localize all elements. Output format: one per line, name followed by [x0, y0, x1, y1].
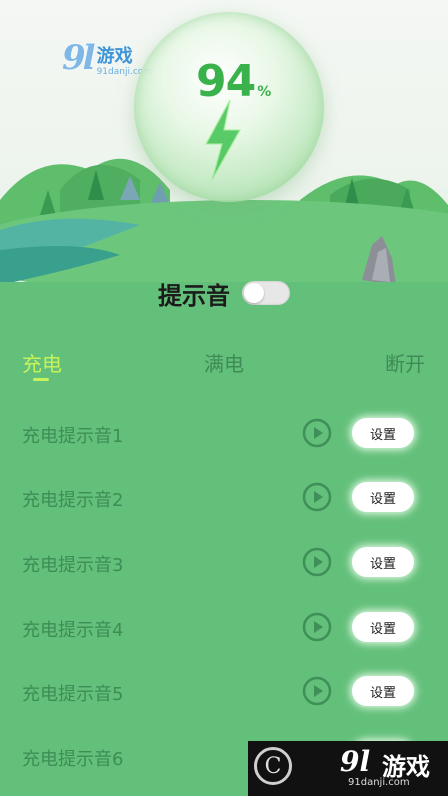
lightning-bolt-icon	[204, 100, 242, 180]
event-tabs: 充电 满电 断开	[0, 344, 448, 384]
play-circle-icon[interactable]	[302, 612, 332, 642]
switch-knob	[244, 283, 264, 303]
play-circle-icon[interactable]	[302, 418, 332, 448]
watermark-banner: C 9l 游戏 91danji.com	[248, 741, 448, 796]
list-item: 充电提示音5 设置	[0, 660, 448, 724]
sound-toggle-switch[interactable]	[242, 281, 290, 305]
battery-level: 94 %	[196, 60, 271, 104]
sound-label: 充电提示音1	[22, 426, 124, 447]
set-button[interactable]: 设置	[352, 612, 414, 642]
tab-disconnect[interactable]: 断开	[385, 348, 425, 377]
watermark-domain: 91danji.com	[348, 777, 410, 788]
set-button[interactable]: 设置	[352, 676, 414, 706]
list-item: 充电提示音4 设置	[0, 596, 448, 660]
active-tab-indicator	[33, 378, 49, 381]
site-logo: 9l 游戏 91danji.com	[62, 38, 152, 78]
battery-level-value: 94	[196, 56, 256, 107]
play-circle-icon[interactable]	[302, 482, 332, 512]
set-button[interactable]: 设置	[352, 418, 414, 448]
battery-level-unit: %	[257, 84, 272, 100]
hero-banner: 9l 游戏 91danji.com 94 %	[0, 0, 448, 300]
set-button[interactable]: 设置	[352, 547, 414, 577]
sound-label: 充电提示音2	[22, 490, 124, 511]
list-item: 充电提示音2 设置	[0, 466, 448, 530]
play-circle-icon[interactable]	[302, 676, 332, 706]
sound-label: 充电提示音5	[22, 684, 124, 705]
watermark-badge: C	[254, 747, 292, 785]
sound-toggle-row: 提示音	[0, 276, 448, 310]
play-circle-icon[interactable]	[302, 547, 332, 577]
tab-charging[interactable]: 充电	[22, 348, 62, 377]
tab-full[interactable]: 满电	[204, 348, 244, 377]
list-item: 充电提示音3 设置	[0, 531, 448, 595]
list-item: 充电提示音1 设置	[0, 402, 448, 466]
sound-label: 充电提示音4	[22, 620, 124, 641]
sound-label: 充电提示音3	[22, 555, 124, 576]
watermark-mark: 9l	[340, 745, 371, 778]
logo-mark: 9l	[62, 38, 96, 78]
sound-toggle-label: 提示音	[158, 281, 230, 310]
set-button[interactable]: 设置	[352, 482, 414, 512]
sound-label: 充电提示音6	[22, 749, 124, 770]
